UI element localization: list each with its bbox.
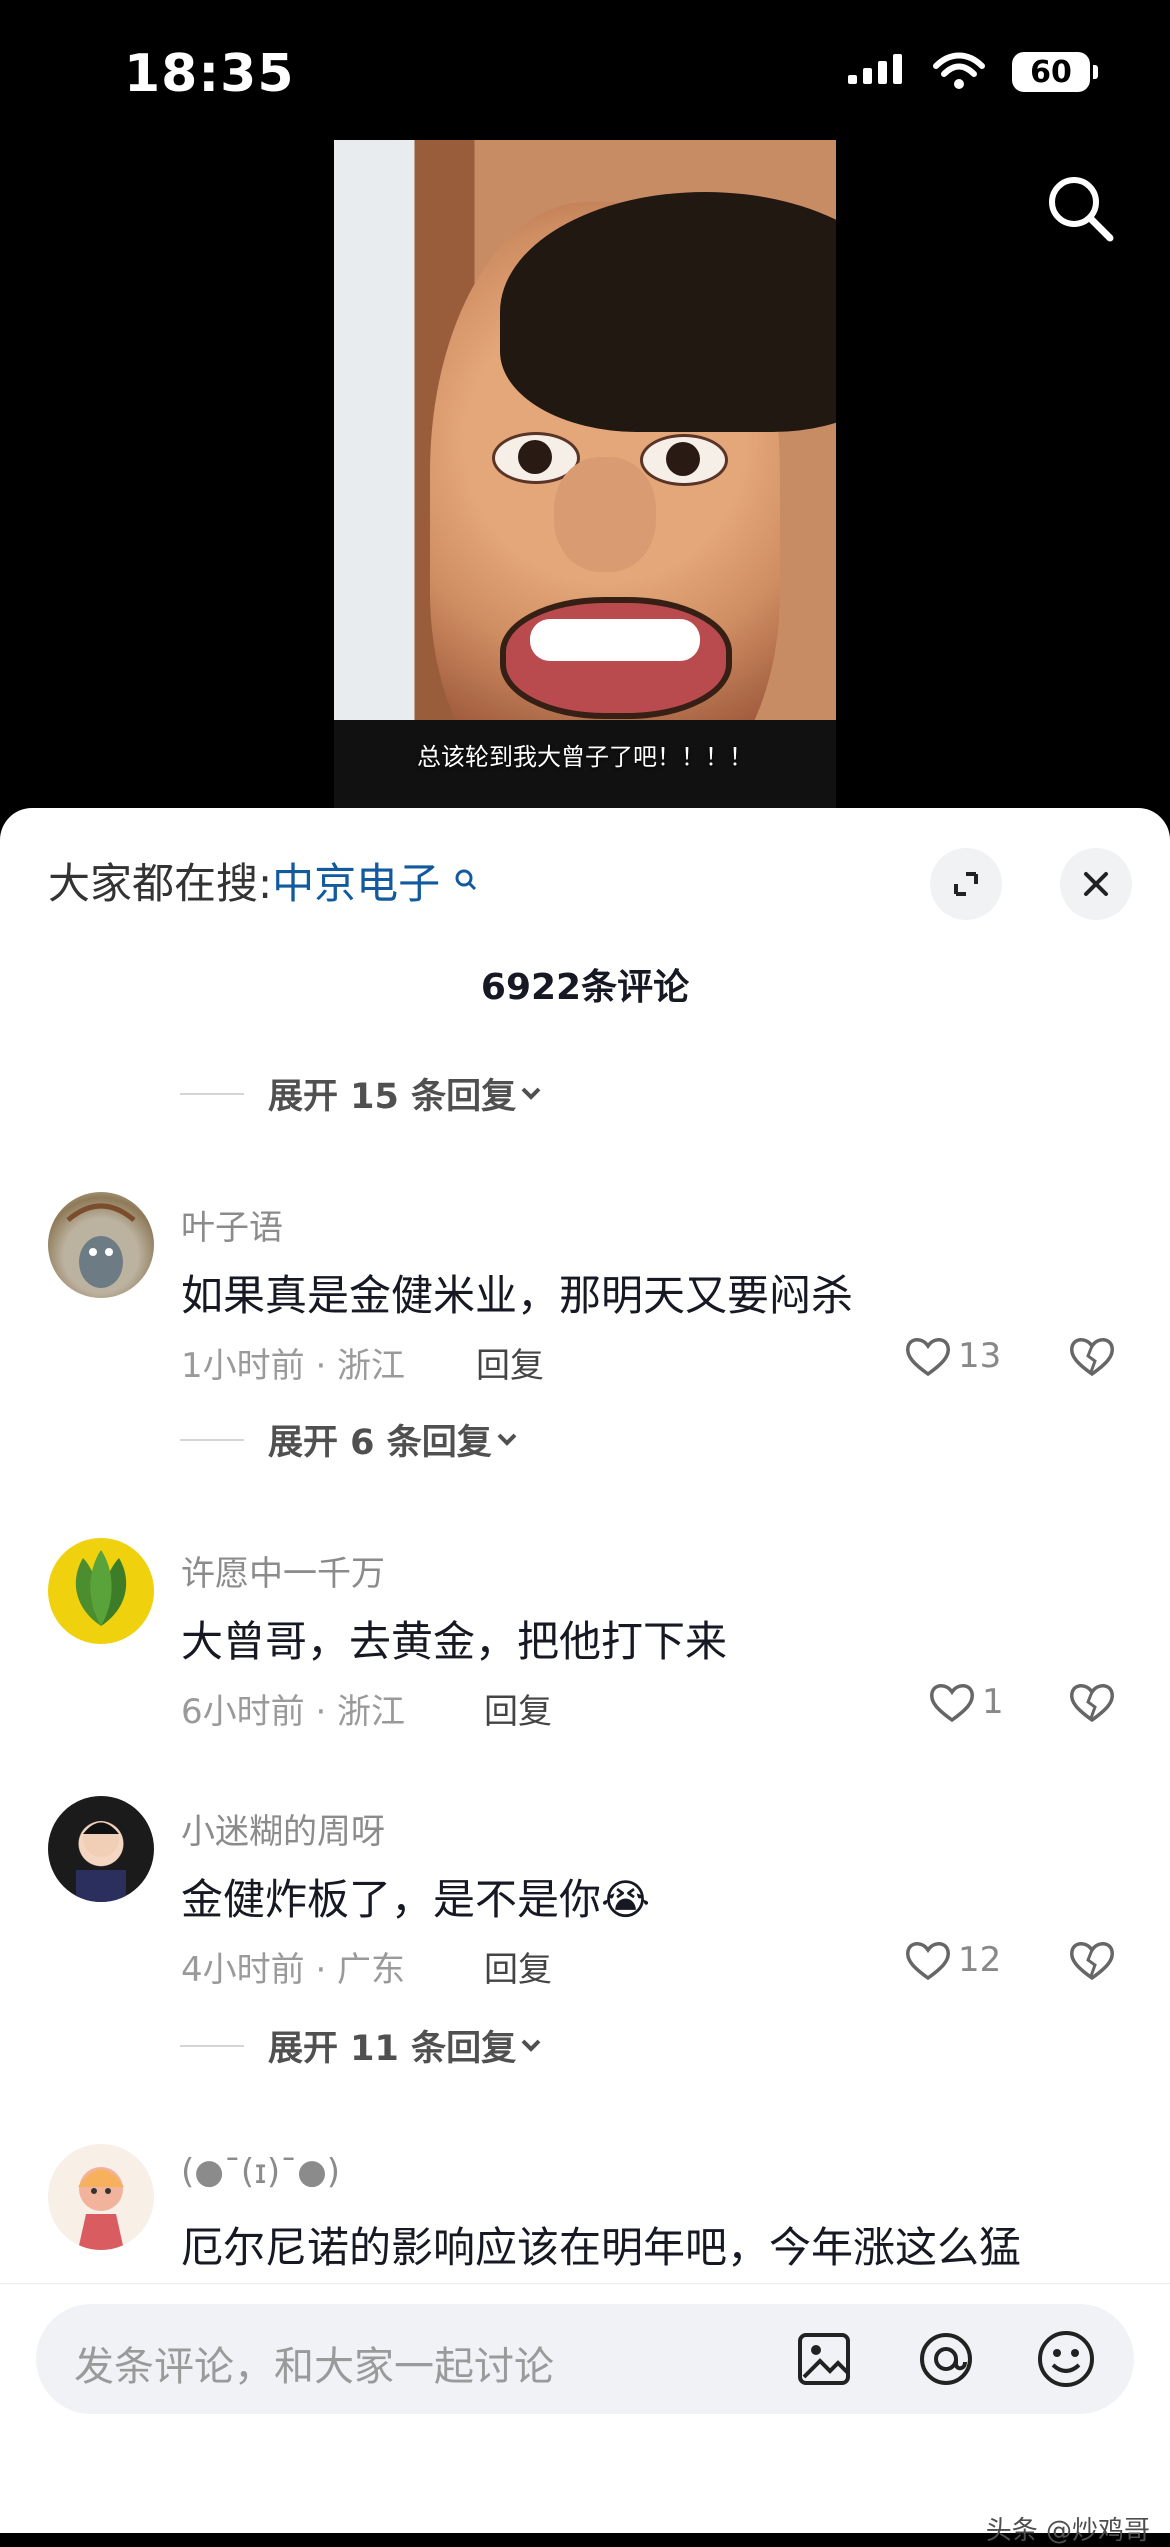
like-button[interactable]: 1 <box>928 1680 1004 1724</box>
comment-input[interactable]: 发条评论，和大家一起讨论 <box>36 2304 1134 2414</box>
comment-text: 大曾哥，去黄金，把他打下来 <box>181 1617 728 1666</box>
video-person-face <box>430 192 836 802</box>
mouth <box>500 597 732 719</box>
battery-level: 60 <box>1030 54 1072 90</box>
trending-search-label: 大家都在搜: <box>48 859 273 908</box>
comment-author[interactable]: 叶子语 <box>181 1200 283 1249</box>
totoro-avatar-icon <box>66 1203 136 1288</box>
comment-item: 叶子语 如果真是金健米业，那明天又要闷杀 1小时前 · 浙江 回复 13 <box>48 1192 1122 1452</box>
divider <box>180 2044 244 2047</box>
small-search-icon <box>455 869 476 891</box>
dislike-button[interactable] <box>1068 1938 1116 1986</box>
comment-input-bar: 发条评论，和大家一起讨论 头条 @炒鸡哥 <box>0 2283 1170 2546</box>
divider <box>180 1092 244 1095</box>
chevron-down-icon <box>521 1087 541 1100</box>
right-eye <box>640 434 728 486</box>
expand-icon <box>954 872 978 896</box>
like-button[interactable]: 12 <box>904 1938 1001 1982</box>
close-icon <box>1084 872 1108 896</box>
comment-item: 小迷糊的周呀 金健炸板了，是不是你😭 4小时前 · 广东 回复 12 <box>48 1796 1122 2056</box>
signal-icon <box>848 54 902 84</box>
divider <box>180 1438 244 1441</box>
trending-search[interactable]: 大家都在搜:中京电子 <box>48 850 478 911</box>
comment-author[interactable]: 小迷糊的周呀 <box>181 1804 385 1853</box>
reply-button[interactable]: 回复 <box>484 1684 552 1733</box>
comment-text: 金健炸板了，是不是你😭 <box>181 1875 651 1924</box>
comment-meta: 6小时前 · 浙江 <box>181 1692 406 1732</box>
expand-button[interactable] <box>930 848 1002 920</box>
emoji-icon[interactable] <box>1032 2325 1100 2393</box>
like-count: 12 <box>958 1940 1002 1980</box>
comment-input-placeholder: 发条评论，和大家一起讨论 <box>74 2344 554 2390</box>
battery-indicator: 60 <box>1012 52 1098 92</box>
like-count: 1 <box>982 1682 1004 1722</box>
wifi-icon <box>933 52 985 89</box>
chevron-down-icon <box>497 1433 517 1446</box>
hair <box>500 192 836 432</box>
comments-sheet: 大家都在搜:中京电子 6922条评论 展开 15 条回复 叶子语 如果真是金健米… <box>0 808 1170 2532</box>
comment-meta: 1小时前 · 浙江 <box>181 1346 406 1386</box>
teeth <box>530 619 700 661</box>
image-icon[interactable] <box>790 2325 858 2393</box>
broken-heart-icon <box>1069 1338 1115 1377</box>
comment-meta: 4小时前 · 广东 <box>181 1950 406 1990</box>
expand-replies-label: 展开 15 条回复 <box>268 1077 517 1117</box>
reply-button[interactable]: 回复 <box>484 1942 552 1991</box>
like-button[interactable]: 13 <box>904 1334 1001 1378</box>
status-bar: 18:35 60 <box>0 0 1170 140</box>
status-icons: 60 <box>848 52 1098 92</box>
expand-replies[interactable]: 展开 11 条回复 <box>180 2020 546 2071</box>
comment-text: 厄尔尼诺的影响应该在明年吧，今年涨这么猛 <box>181 2223 1022 2272</box>
nose <box>554 457 656 572</box>
dislike-button[interactable] <box>1068 1680 1116 1728</box>
at-icon[interactable] <box>912 2325 980 2393</box>
expand-replies-label: 展开 6 条回复 <box>268 1423 492 1463</box>
comment-author[interactable]: 许愿中一千万 <box>181 1546 385 1595</box>
broken-heart-icon <box>1069 1942 1115 1981</box>
comment-item: 许愿中一千万 大曾哥，去黄金，把他打下来 6小时前 · 浙江 回复 1 <box>48 1538 1122 1798</box>
search-icon[interactable] <box>1040 168 1120 248</box>
comment-count: 6922条评论 <box>480 967 690 1008</box>
avatar[interactable] <box>48 1538 154 1644</box>
broken-heart-icon <box>1069 1684 1115 1723</box>
reply-button[interactable]: 回复 <box>476 1338 544 1387</box>
heart-icon <box>905 1942 951 1981</box>
chevron-down-icon <box>521 2039 541 2052</box>
leaf-avatar-icon <box>75 1550 127 1626</box>
avatar[interactable] <box>48 1796 154 1902</box>
avatar[interactable] <box>48 1192 154 1298</box>
video-caption: 总该轮到我大曾子了吧！！！！ <box>417 743 753 771</box>
status-time: 18:35 <box>124 44 295 104</box>
expand-replies-top[interactable]: 展开 15 条回复 <box>180 1068 546 1119</box>
avatar[interactable] <box>48 2144 154 2250</box>
comment-text: 如果真是金健米业，那明天又要闷杀 <box>181 1271 854 1320</box>
watermark: 头条 @炒鸡哥 <box>985 2516 1150 2546</box>
video-player[interactable]: 总该轮到我大曾子了吧！！！！ <box>334 140 836 820</box>
expand-replies-label: 展开 11 条回复 <box>268 2029 517 2069</box>
person-avatar-icon <box>76 1821 126 1902</box>
trending-search-term[interactable]: 中京电子 <box>272 859 440 908</box>
heart-icon <box>929 1684 975 1723</box>
like-count: 13 <box>958 1336 1002 1376</box>
dislike-button[interactable] <box>1068 1334 1116 1382</box>
heart-icon <box>905 1338 951 1377</box>
expand-replies[interactable]: 展开 6 条回复 <box>180 1414 522 1465</box>
comment-author[interactable]: (●ˉ(ɪ)ˉ●) <box>181 2152 340 2192</box>
cartoon-avatar-icon <box>78 2167 124 2250</box>
close-button[interactable] <box>1060 848 1132 920</box>
